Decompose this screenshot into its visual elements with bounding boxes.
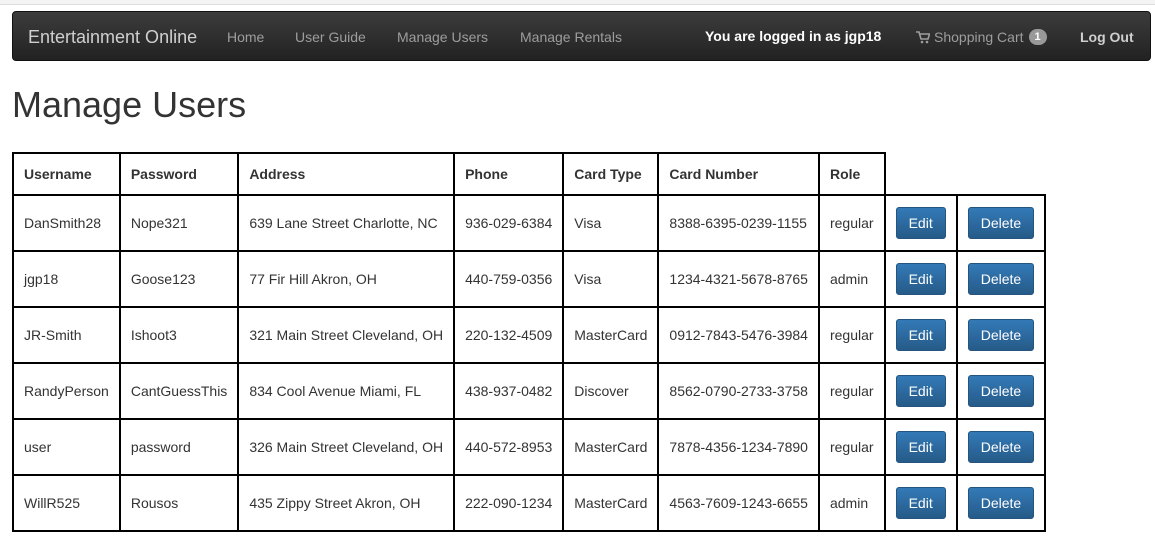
- cell-card-type: Visa: [562, 250, 660, 308]
- cell-card-type: MasterCard: [562, 418, 660, 476]
- delete-button[interactable]: Delete: [967, 431, 1035, 463]
- header-address: Address: [237, 152, 456, 196]
- nav-home[interactable]: Home: [227, 29, 264, 45]
- cell-card-number: 8562-0790-2733-3758: [657, 362, 820, 420]
- cell-phone: 440-572-8953: [453, 418, 565, 476]
- brand-link[interactable]: Entertainment Online: [28, 27, 197, 48]
- cell-password: CantGuessThis: [118, 362, 240, 420]
- users-table: Username Password Address Phone Card Typ…: [12, 152, 1047, 532]
- delete-button[interactable]: Delete: [967, 207, 1035, 239]
- cell-role: regular: [817, 418, 886, 476]
- header-blank-delete: [957, 153, 1045, 195]
- cell-delete: Delete: [955, 418, 1047, 476]
- cell-card-number: 7878-4356-1234-7890: [657, 418, 820, 476]
- cell-username: user: [12, 418, 121, 476]
- table-row: DanSmith28 Nope321 639 Lane Street Charlot…: [12, 194, 1047, 252]
- cell-role: admin: [817, 474, 886, 532]
- cell-password: Nope321: [118, 194, 240, 252]
- header-card-type: Card Type: [562, 152, 660, 196]
- delete-button[interactable]: Delete: [967, 375, 1035, 407]
- page-title: Manage Users: [12, 84, 247, 125]
- browser-top-strip: [0, 0, 1155, 5]
- cell-address: 435 Zippy Street Akron, OH: [237, 474, 456, 532]
- cell-phone: 220-132-4509: [453, 306, 565, 364]
- cell-role: regular: [817, 362, 886, 420]
- cell-card-number: 0912-7843-5476-3984: [657, 306, 820, 364]
- cell-card-number: 8388-6395-0239-1155: [657, 194, 820, 252]
- nav-manage-users[interactable]: Manage Users: [397, 29, 488, 45]
- cell-card-number: 4563-7609-1243-6655: [657, 474, 820, 532]
- cart-label: Shopping Cart: [934, 29, 1024, 45]
- cell-edit: Edit: [883, 306, 958, 364]
- cell-edit: Edit: [883, 194, 958, 252]
- cell-username: jgp18: [12, 250, 121, 308]
- header-blank-edit: [885, 153, 957, 195]
- cell-phone: 936-029-6384: [453, 194, 565, 252]
- edit-button[interactable]: Edit: [895, 207, 946, 239]
- edit-button[interactable]: Edit: [895, 431, 946, 463]
- cell-role: admin: [817, 250, 886, 308]
- table-row: RandyPerson CantGuessThis 834 Cool Avenue …: [12, 362, 1047, 420]
- cell-password: Rousos: [118, 474, 240, 532]
- table-row: jgp18 Goose123 77 Fir Hill Akron, OH 440-75…: [12, 250, 1047, 308]
- cell-address: 834 Cool Avenue Miami, FL: [237, 362, 456, 420]
- cell-delete: Delete: [955, 306, 1047, 364]
- header-phone: Phone: [453, 152, 565, 196]
- cell-username: WillR525: [12, 474, 121, 532]
- cell-card-type: MasterCard: [562, 306, 660, 364]
- cell-card-type: MasterCard: [562, 474, 660, 532]
- cell-role: regular: [817, 194, 886, 252]
- cell-address: 326 Main Street Cleveland, OH: [237, 418, 456, 476]
- cell-username: RandyPerson: [12, 362, 121, 420]
- table-header-row: Username Password Address Phone Card Typ…: [12, 152, 1045, 196]
- cell-card-type: Discover: [562, 362, 660, 420]
- cart-count-badge: 1: [1028, 29, 1047, 45]
- cell-delete: Delete: [955, 194, 1047, 252]
- table-row: user password 326 Main Street Cleveland, O…: [12, 418, 1047, 476]
- logout-link[interactable]: Log Out: [1080, 29, 1134, 45]
- shopping-cart-link[interactable]: Shopping Cart 1: [916, 29, 1047, 45]
- edit-button[interactable]: Edit: [895, 263, 946, 295]
- nav-user-guide[interactable]: User Guide: [295, 29, 366, 45]
- navbar: Entertainment Online Home User Guide Man…: [12, 11, 1151, 61]
- cell-phone: 440-759-0356: [453, 250, 565, 308]
- edit-button[interactable]: Edit: [895, 375, 946, 407]
- header-username: Username: [12, 152, 121, 196]
- cell-delete: Delete: [955, 250, 1047, 308]
- edit-button[interactable]: Edit: [895, 487, 946, 519]
- logged-in-text: You are logged in as jgp18: [705, 28, 882, 44]
- header-card-number: Card Number: [657, 152, 820, 196]
- cell-role: regular: [817, 306, 886, 364]
- table-row: JR-Smith Ishoot3 321 Main Street Cleveland…: [12, 306, 1047, 364]
- delete-button[interactable]: Delete: [967, 319, 1035, 351]
- table-row: WillR525 Rousos 435 Zippy Street Akron, OH…: [12, 474, 1047, 532]
- cell-username: JR-Smith: [12, 306, 121, 364]
- cell-address: 639 Lane Street Charlotte, NC: [237, 194, 456, 252]
- cell-address: 321 Main Street Cleveland, OH: [237, 306, 456, 364]
- cell-phone: 222-090-1234: [453, 474, 565, 532]
- cell-edit: Edit: [883, 250, 958, 308]
- cell-edit: Edit: [883, 362, 958, 420]
- cell-edit: Edit: [883, 418, 958, 476]
- cell-delete: Delete: [955, 362, 1047, 420]
- cell-edit: Edit: [883, 474, 958, 532]
- cell-username: DanSmith28: [12, 194, 121, 252]
- cell-delete: Delete: [955, 474, 1047, 532]
- cell-password: Goose123: [118, 250, 240, 308]
- cell-password: password: [118, 418, 240, 476]
- delete-button[interactable]: Delete: [967, 263, 1035, 295]
- delete-button[interactable]: Delete: [967, 487, 1035, 519]
- shopping-cart-icon: [916, 30, 930, 43]
- edit-button[interactable]: Edit: [895, 319, 946, 351]
- cell-password: Ishoot3: [118, 306, 240, 364]
- cell-card-type: Visa: [562, 194, 660, 252]
- header-password: Password: [118, 152, 240, 196]
- cell-phone: 438-937-0482: [453, 362, 565, 420]
- nav-manage-rentals[interactable]: Manage Rentals: [520, 29, 622, 45]
- cell-card-number: 1234-4321-5678-8765: [657, 250, 820, 308]
- header-role: Role: [817, 152, 886, 196]
- cell-address: 77 Fir Hill Akron, OH: [237, 250, 456, 308]
